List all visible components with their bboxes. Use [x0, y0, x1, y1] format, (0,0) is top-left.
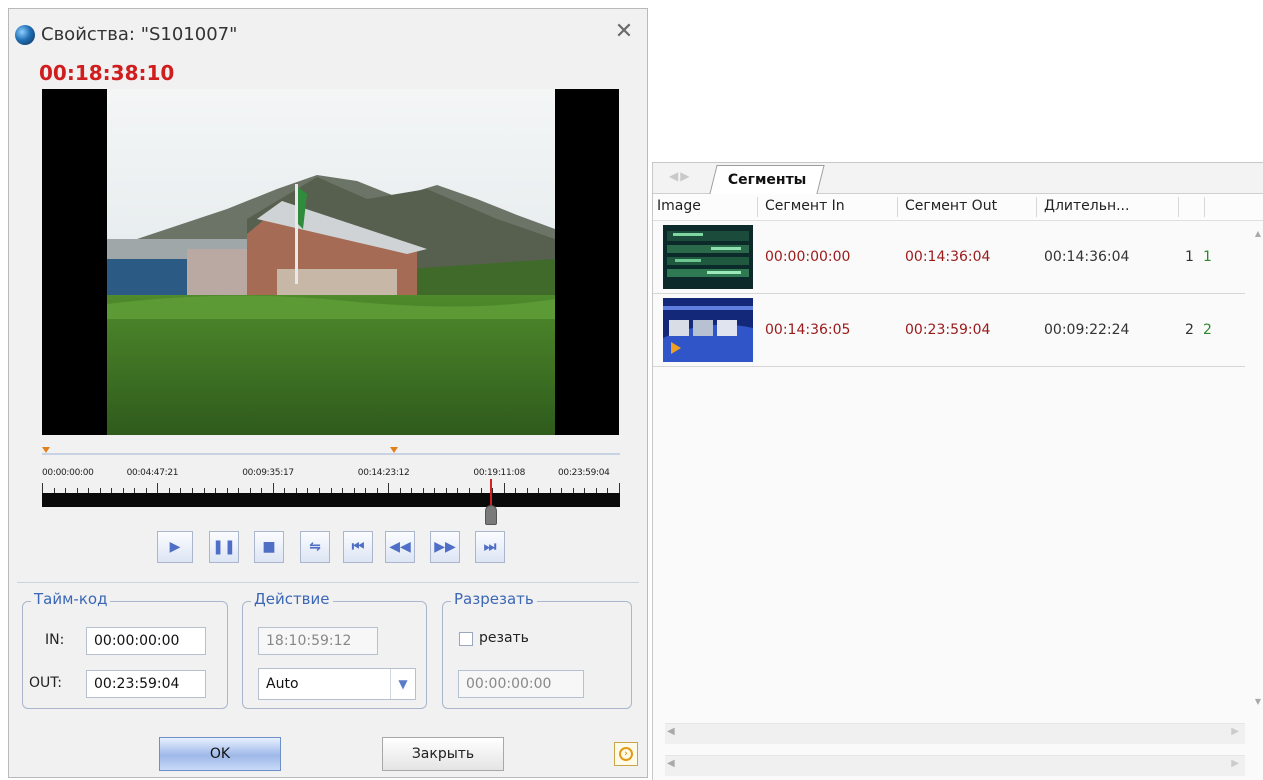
- horizontal-scrollbar[interactable]: ◀ ▶: [665, 723, 1245, 744]
- timeline-playhead: [490, 479, 493, 507]
- segment-index: 2: [1203, 322, 1212, 338]
- segment-out: 00:14:36:04: [905, 249, 991, 265]
- current-timecode: 00:18:38:10: [39, 61, 175, 85]
- timeline[interactable]: 00:00:00:00 00:04:47:21 00:09:35:17 00:1…: [42, 445, 620, 555]
- scroll-left-icon[interactable]: ◀: [667, 726, 675, 737]
- timeline-tick-label: 00:09:35:17: [242, 468, 294, 478]
- column-header-segment-out[interactable]: Сегмент Out: [905, 198, 997, 214]
- action-time-field: 18:10:59:12: [258, 627, 378, 655]
- arrow-right-circle-icon: ›: [619, 747, 633, 761]
- column-header-duration[interactable]: Длительн...: [1044, 198, 1129, 214]
- segment-marker[interactable]: [42, 447, 50, 453]
- horizontal-scrollbar[interactable]: ◀ ▶: [665, 755, 1245, 776]
- scroll-right-icon[interactable]: ▶: [1231, 758, 1239, 769]
- segment-duration: 00:14:36:04: [1044, 249, 1130, 265]
- properties-dialog: Свойства: "S101007" ✕ 00:18:38:10 00:00:…: [8, 8, 648, 778]
- close-icon[interactable]: ✕: [611, 19, 637, 45]
- video-preview: [42, 89, 619, 435]
- cut-group: Разрезать резать 00:00:00:00: [442, 590, 632, 709]
- segment-number: 1: [1185, 249, 1194, 265]
- cut-group-title: Разрезать: [451, 590, 537, 608]
- column-separator: [757, 197, 758, 217]
- in-label: IN:: [45, 632, 65, 648]
- dropdown-arrow-icon[interactable]: ▼: [390, 669, 415, 699]
- cut-checkbox[interactable]: [459, 632, 473, 646]
- column-separator: [1036, 197, 1037, 217]
- rewind-button[interactable]: ◀◀: [385, 531, 415, 563]
- dialog-titlebar: Свойства: "S101007" ✕: [9, 9, 647, 55]
- dialog-title: Свойства: "S101007": [41, 24, 238, 45]
- segment-row[interactable]: 00:14:36:05 00:23:59:04 00:09:22:24 2 2: [653, 294, 1245, 367]
- stop-button[interactable]: ■: [254, 531, 284, 563]
- column-separator: [897, 197, 898, 217]
- segments-panel: ◀▶ Сегменты Image Сегмент In Сегмент Out…: [652, 162, 1263, 780]
- segment-out: 00:23:59:04: [905, 322, 991, 338]
- timeline-tick-label: 00:00:00:00: [42, 468, 94, 478]
- ok-button[interactable]: OK: [159, 737, 281, 771]
- column-separator: [1178, 197, 1179, 217]
- close-button[interactable]: Закрыть: [382, 737, 504, 771]
- cut-timecode-field: 00:00:00:00: [458, 670, 584, 698]
- action-mode-select[interactable]: Auto ▼: [258, 668, 416, 700]
- tab-scroll-arrows-icon[interactable]: ◀▶: [669, 169, 691, 183]
- video-frame-image: [107, 89, 555, 435]
- column-header-image[interactable]: Image: [657, 198, 701, 214]
- scroll-right-icon[interactable]: ▶: [1231, 726, 1239, 737]
- segment-marker-line: [42, 453, 620, 455]
- segment-thumbnail: [663, 225, 753, 289]
- pause-button[interactable]: ❚❚: [209, 531, 239, 563]
- swap-button[interactable]: ⇋: [300, 531, 330, 563]
- tab-bar: ◀▶ Сегменты: [653, 163, 1263, 194]
- next-button[interactable]: ›: [614, 742, 638, 766]
- timecode-group-title: Тайм-код: [31, 590, 111, 608]
- timeline-tick-label: 00:04:47:21: [126, 468, 179, 478]
- segment-in: 00:14:36:05: [765, 322, 851, 338]
- timecode-group: Тайм-код IN: 00:00:00:00 OUT: 00:23:59:0…: [22, 590, 228, 709]
- timeline-tick-label: 00:19:11:08: [473, 468, 525, 478]
- go-to-end-button[interactable]: ⏭: [475, 531, 505, 563]
- play-button[interactable]: ▶: [157, 531, 193, 563]
- segment-row[interactable]: 00:00:00:00 00:14:36:04 00:14:36:04 1 1: [653, 221, 1245, 294]
- in-timecode-field[interactable]: 00:00:00:00: [86, 627, 206, 655]
- segment-in: 00:00:00:00: [765, 249, 851, 265]
- divider: [17, 582, 639, 583]
- segment-marker[interactable]: [390, 447, 398, 453]
- scroll-down-icon[interactable]: ▼: [1255, 697, 1261, 706]
- action-group: Действие 18:10:59:12 Auto ▼: [242, 590, 427, 709]
- go-to-start-button[interactable]: ⏮: [343, 531, 373, 563]
- segments-grid-header: Image Сегмент In Сегмент Out Длительн...: [653, 194, 1263, 221]
- action-group-title: Действие: [251, 590, 333, 608]
- scroll-up-icon[interactable]: ▲: [1255, 229, 1261, 238]
- timeline-tick-label: 00:23:59:04: [558, 468, 610, 478]
- out-timecode-field[interactable]: 00:23:59:04: [86, 670, 206, 698]
- segment-duration: 00:09:22:24: [1044, 322, 1130, 338]
- segment-number: 2: [1185, 322, 1194, 338]
- column-header-segment-in[interactable]: Сегмент In: [765, 198, 845, 214]
- timeline-scrub-handle[interactable]: [485, 505, 498, 525]
- out-label: OUT:: [29, 675, 62, 691]
- timeline-tick-label: 00:14:23:12: [357, 468, 410, 478]
- action-mode-value: Auto: [266, 676, 299, 692]
- globe-icon: [15, 25, 35, 45]
- column-separator: [1204, 197, 1205, 217]
- timeline-bar[interactable]: [42, 493, 620, 507]
- segment-index: 1: [1203, 249, 1212, 265]
- fast-forward-button[interactable]: ▶▶: [430, 531, 460, 563]
- tab-segments-label: Сегменты: [727, 172, 807, 188]
- tab-segments[interactable]: Сегменты: [709, 165, 826, 194]
- cut-checkbox-label: резать: [479, 630, 529, 646]
- timeline-ticks: [42, 483, 620, 493]
- segment-thumbnail: [663, 298, 753, 362]
- scroll-left-icon[interactable]: ◀: [667, 758, 675, 769]
